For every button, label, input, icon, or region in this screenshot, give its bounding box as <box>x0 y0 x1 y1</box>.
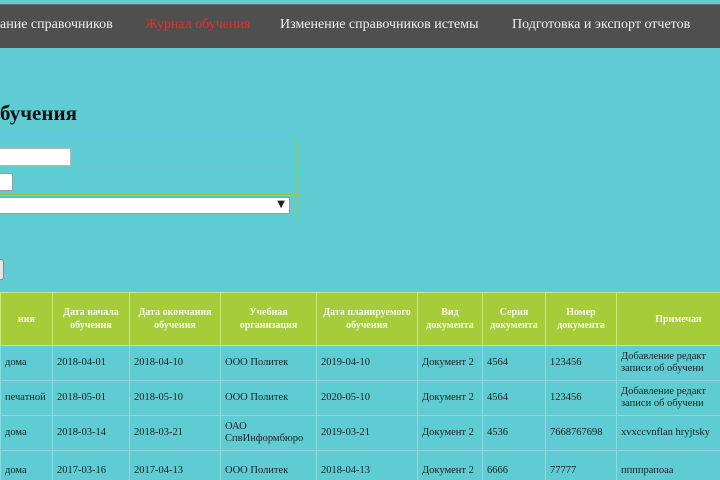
table-cell: Добавление редакт записи об обучени <box>616 380 720 416</box>
table-cell: 2017-04-13 <box>129 450 221 480</box>
table-cell: 2018-04-01 <box>52 345 130 381</box>
table-cell: 2019-04-10 <box>316 345 418 381</box>
training-journal-table: ния Дата начала обучения Дата окончания … <box>0 292 720 480</box>
table-cell: 2018-03-21 <box>129 415 221 451</box>
table-cell: 2018-03-14 <box>52 415 130 451</box>
table-cell: 2018-04-13 <box>316 450 418 480</box>
table-cell: ООО Политек <box>220 345 317 381</box>
table-cell: 2018-04-10 <box>129 345 221 381</box>
table-cell: 2018-05-01 <box>52 380 130 416</box>
table-cell: ООО Политек <box>220 450 317 480</box>
submit-button[interactable] <box>0 259 4 280</box>
table-cell: дома <box>0 415 53 451</box>
column-header[interactable]: Дата окончания обучения <box>129 292 221 346</box>
top-navigation-bar: ание справочников Журнал обучения Измене… <box>0 4 720 48</box>
table-cell: Добавление редакт записи об обучени <box>616 345 720 381</box>
table-cell: 2017-03-16 <box>52 450 130 480</box>
table-cell: 7668767698 <box>545 415 617 451</box>
table-cell: ООО Политек <box>220 380 317 416</box>
table-cell: 4564 <box>482 380 546 416</box>
column-header[interactable]: Примечан <box>616 292 720 346</box>
table-cell: 123456 <box>545 345 617 381</box>
table-cell: 4564 <box>482 345 546 381</box>
filter-text-input[interactable] <box>0 148 71 166</box>
column-header[interactable]: Номер документа <box>545 292 617 346</box>
column-header[interactable]: ния <box>0 292 53 346</box>
nav-item-directories[interactable]: ание справочников <box>0 17 113 33</box>
column-header[interactable]: Учебная организация <box>220 292 317 346</box>
column-header[interactable]: Вид документа <box>417 292 483 346</box>
table-row[interactable]: дома 2017-03-16 2017-04-13 ООО Политек 2… <box>0 450 720 480</box>
table-cell: 2018-05-10 <box>129 380 221 416</box>
table-row[interactable]: дома 2018-03-14 2018-03-21 ОАО СпвИнформ… <box>0 415 720 451</box>
nav-item-edit-system-directories[interactable]: Изменение справочников истемы <box>280 17 479 33</box>
table-cell: xvxccvnflan hryjtsky <box>616 415 720 451</box>
nav-item-reports-export[interactable]: Подготовка и экспорт отчетов <box>512 17 690 33</box>
table-cell: дома <box>0 345 53 381</box>
nav-item-training-journal[interactable]: Журнал обучения <box>145 17 250 33</box>
table-cell: 4536 <box>482 415 546 451</box>
table-cell: ОАО СпвИнформбюро <box>220 415 317 451</box>
table-cell: Документ 2 <box>417 345 483 381</box>
table-cell: дома <box>0 450 53 480</box>
table-cell: печатной <box>0 380 53 416</box>
table-header-row: ния Дата начала обучения Дата окончания … <box>0 292 720 346</box>
filter-row-checkbox <box>0 170 298 195</box>
filter-select[interactable]: ▼ <box>0 197 290 214</box>
table-row[interactable]: дома 2018-04-01 2018-04-10 ООО Политек 2… <box>0 345 720 381</box>
column-header[interactable]: Дата начала обучения <box>52 292 130 346</box>
dropdown-arrow-icon: ▼ <box>277 199 285 210</box>
page-title: бучения <box>0 101 77 125</box>
table-cell: Документ 2 <box>417 380 483 416</box>
filter-checkbox[interactable] <box>0 173 13 191</box>
table-row[interactable]: печатной 2018-05-01 2018-05-10 ООО Полит… <box>0 380 720 416</box>
table-cell: Документ 2 <box>417 450 483 480</box>
table-cell: 77777 <box>545 450 617 480</box>
table-cell: 2020-05-10 <box>316 380 418 416</box>
table-cell: 2019-03-21 <box>316 415 418 451</box>
table-cell: 6666 <box>482 450 546 480</box>
table-cell: 123456 <box>545 380 617 416</box>
column-header[interactable]: Серия документа <box>482 292 546 346</box>
table-cell: Документ 2 <box>417 415 483 451</box>
column-header[interactable]: Дата планируемого обучения <box>316 292 418 346</box>
table-cell: ппппрапоаа <box>616 450 720 480</box>
